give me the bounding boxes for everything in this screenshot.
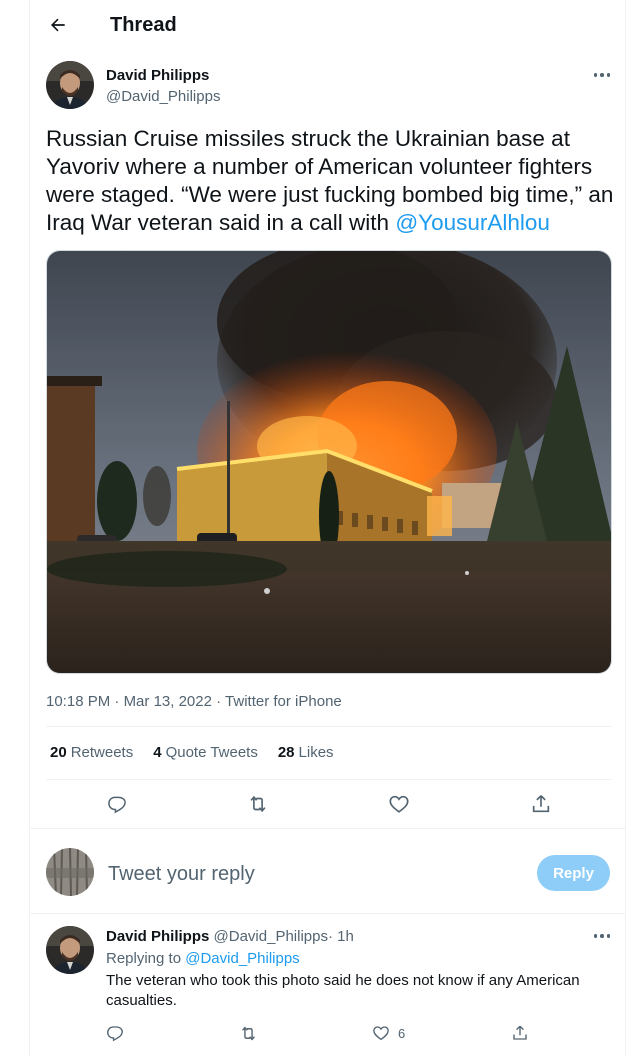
reply-author-name[interactable]: David Philipps [106, 928, 209, 945]
back-button[interactable] [38, 5, 78, 45]
author-name[interactable]: David Philipps [106, 67, 209, 84]
share-icon [513, 1025, 527, 1040]
tweet-time[interactable]: 10:18 PM [46, 693, 110, 710]
meta-separator: · [216, 693, 222, 710]
reply-actions: 6 [100, 1018, 570, 1048]
reply-button[interactable] [99, 786, 135, 822]
tweet-source[interactable]: Twitter for iPhone [225, 693, 342, 710]
retweet-icon [250, 795, 266, 813]
reply-more-button[interactable] [589, 926, 615, 946]
quote-tweets-stat[interactable]: 4 Quote Tweets [153, 744, 258, 761]
divider [30, 828, 625, 829]
likes-stat[interactable]: 28 Likes [278, 744, 334, 761]
tweet-mention-link[interactable]: @YousurAlhlou [395, 210, 550, 235]
retweets-stat[interactable]: 20 Retweets [50, 744, 133, 761]
reply-like-count: 6 [398, 1025, 406, 1041]
tweet-more-button[interactable] [589, 65, 615, 85]
reply-like-button[interactable]: 6 [372, 1018, 405, 1048]
tweet-timestamp: 10:18 PM · Mar 13, 2022 · Twitter for iP… [46, 693, 342, 710]
share-icon [532, 795, 550, 813]
thread-page: Thread David Philipps @David_Philipps Ru… [0, 0, 626, 1056]
likes-count: 28 [277, 744, 295, 761]
page-title: Thread [110, 13, 177, 36]
reply-icon [108, 796, 126, 814]
share-button[interactable] [523, 786, 559, 822]
reply-text: The veteran who took this photo said he … [106, 972, 580, 1009]
my-avatar[interactable] [46, 848, 94, 896]
replying-to: Replying to @David_Philipps [106, 950, 300, 967]
back-arrow-icon [51, 18, 65, 32]
like-button[interactable] [381, 786, 417, 822]
quote-tweets-label: Quote Tweets [165, 744, 258, 761]
column-border-left [29, 0, 30, 1056]
reply-separator: · [327, 928, 333, 945]
reply-header: David Philipps @David_Philipps· 1h [106, 928, 354, 945]
tweet-text: Russian Cruise missiles struck the Ukrai… [46, 125, 616, 237]
author-handle[interactable]: @David_Philipps [106, 88, 220, 105]
divider [30, 913, 625, 914]
divider [46, 726, 612, 727]
thread-header: Thread [30, 0, 625, 50]
retweets-label: Retweets [70, 744, 134, 761]
reply-reply-button[interactable] [106, 1018, 124, 1048]
likes-label: Likes [298, 744, 334, 761]
reply-share-button[interactable] [511, 1018, 529, 1048]
tweet-photo[interactable] [46, 250, 612, 674]
tweet-actions [46, 786, 612, 822]
reply-retweet-button[interactable] [239, 1018, 258, 1048]
reply-icon [107, 1026, 123, 1042]
like-icon [373, 1026, 389, 1041]
reply-submit-button[interactable]: Reply [537, 855, 610, 891]
retweets-count: 20 [50, 744, 67, 761]
replying-to-label: Replying to [106, 950, 182, 967]
retweet-button[interactable] [240, 786, 276, 822]
more-dots-icon [593, 73, 611, 77]
divider [46, 779, 612, 780]
meta-separator: · [114, 693, 120, 710]
reply-input[interactable] [108, 860, 508, 888]
author-avatar[interactable] [46, 61, 94, 109]
more-dots-icon [593, 934, 611, 938]
retweet-icon [242, 1025, 255, 1041]
replying-to-handle[interactable]: @David_Philipps [185, 950, 299, 967]
tweet-stats: 20 Retweets 4 Quote Tweets 28 Likes [50, 744, 334, 761]
reply-age[interactable]: 1h [337, 928, 354, 945]
reply-author-handle[interactable]: @David_Philipps [214, 928, 328, 945]
reply-author-avatar[interactable] [46, 926, 94, 974]
quote-tweets-count: 4 [153, 744, 162, 761]
like-icon [389, 795, 409, 813]
tweet-date[interactable]: Mar 13, 2022 [124, 693, 212, 710]
